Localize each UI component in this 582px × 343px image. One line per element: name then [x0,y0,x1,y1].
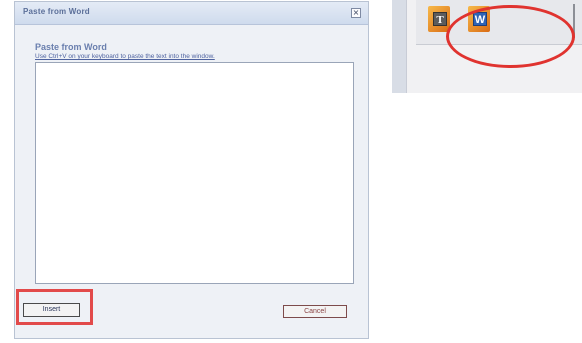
dialog-heading: Paste from Word [35,42,107,52]
toolbar-edge [392,0,407,93]
insert-highlight-box [16,289,93,325]
paste-from-word-highlight-circle [446,5,575,68]
paste-as-plain-text-icon: T [433,12,447,26]
dialog-titlebar[interactable]: Paste from Word × [15,2,368,25]
cancel-button[interactable]: Cancel [283,305,347,318]
close-button[interactable]: × [351,8,361,18]
paste-textarea[interactable] [35,62,354,284]
dialog-instructions: Use Ctrl+V on your keyboard to paste the… [35,53,215,60]
dialog-title: Paste from Word [23,7,90,16]
